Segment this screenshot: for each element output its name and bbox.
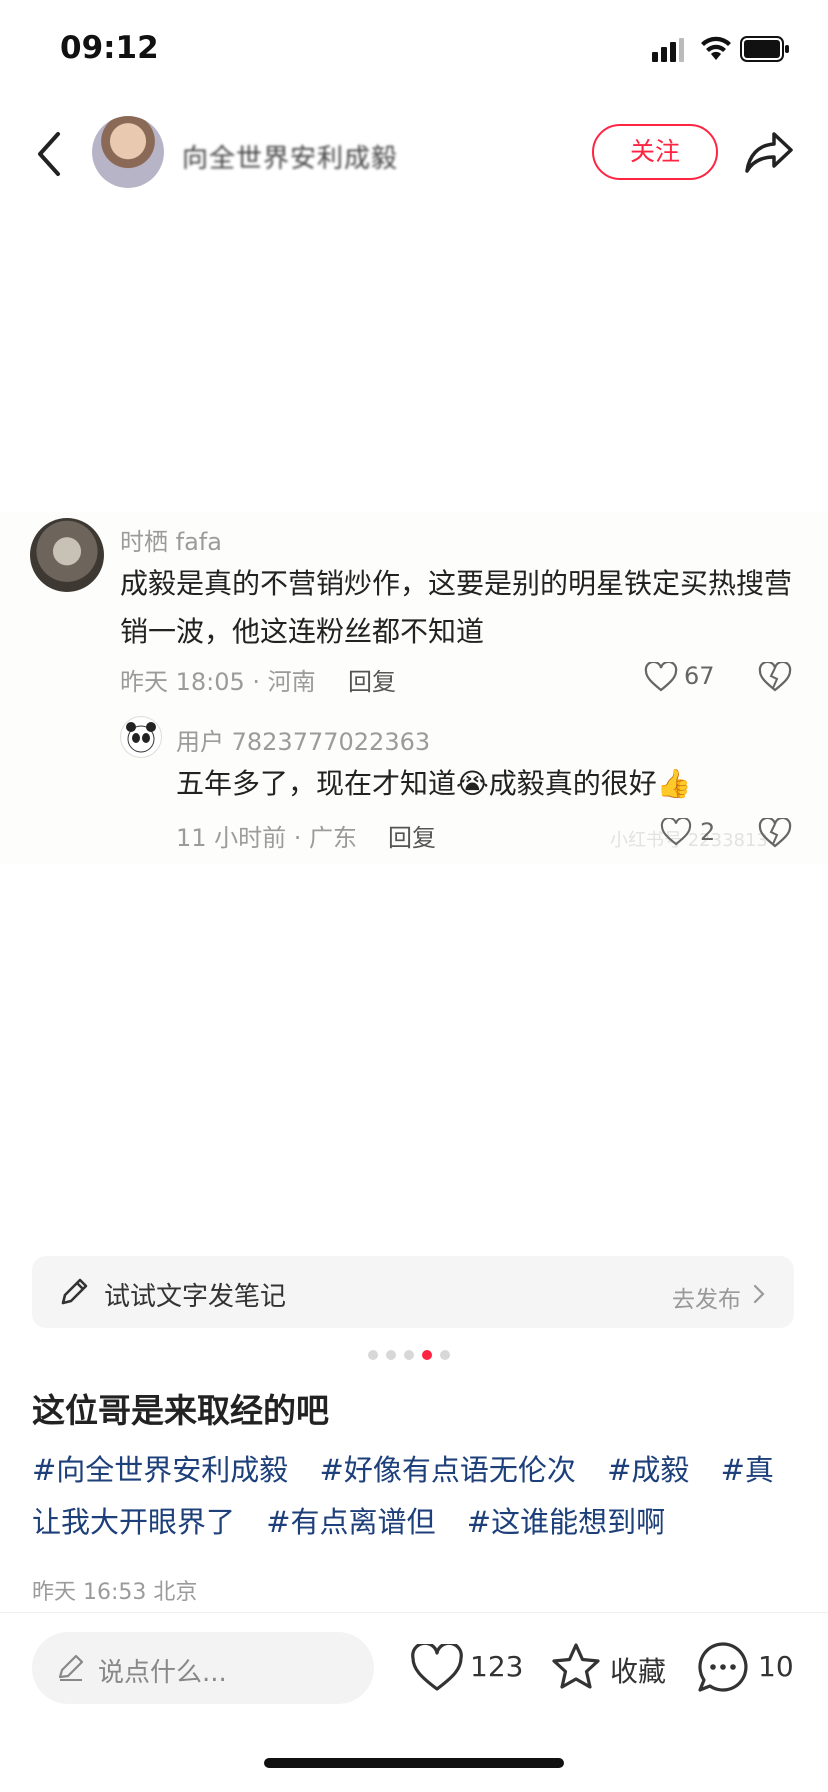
reply-avatar [120, 716, 162, 758]
comment-bubble-icon[interactable] [696, 1640, 750, 1694]
commenter-name: 时栖 fafa [120, 528, 222, 556]
publish-link[interactable]: 去发布 [672, 1280, 741, 1314]
reply-like-count: 2 [700, 818, 716, 846]
reply-meta: 11 小时前 · 广东 [176, 824, 358, 852]
reply-reply-label: 回复 [388, 824, 436, 852]
author-name[interactable]: 向全世界安利成毅 [182, 138, 398, 175]
collect-label[interactable]: 收藏 [610, 1650, 666, 1690]
like-count[interactable]: 123 [470, 1650, 523, 1683]
comment-broken-heart-icon [758, 662, 792, 692]
author-avatar[interactable] [92, 116, 164, 188]
comment-like-count: 67 [684, 662, 715, 690]
commenter-avatar [30, 518, 104, 592]
pen-icon [58, 1654, 84, 1681]
hashtag-link[interactable]: #这谁能想到啊 [467, 1505, 665, 1539]
carousel-dot [440, 1350, 450, 1360]
carousel-dot [404, 1350, 414, 1360]
comment-count[interactable]: 10 [758, 1650, 794, 1683]
reply-text: 五年多了，现在才知道😭成毅真的很好👍 [176, 767, 692, 800]
comment-meta: 昨天 18:05 · 河南 [120, 668, 316, 696]
carousel-dot-active [422, 1350, 432, 1360]
hashtag-link[interactable]: #向全世界安利成毅 [32, 1453, 288, 1487]
status-time: 09:12 [60, 30, 159, 66]
collect-star-icon[interactable] [550, 1642, 602, 1692]
battery-icon [740, 36, 789, 62]
post-title: 这位哥是来取经的吧 [32, 1391, 329, 1430]
comment-input-placeholder: 说点什么... [98, 1658, 227, 1688]
hashtag-link[interactable]: #好像有点语无伦次 [320, 1453, 576, 1487]
pencil-icon [61, 1278, 88, 1305]
cellular-signal-icon [652, 38, 684, 62]
comment-heart-icon [644, 662, 678, 692]
like-heart-icon[interactable] [410, 1644, 464, 1692]
follow-button[interactable]: 关注 [592, 124, 718, 180]
reply-heart-icon [660, 818, 692, 846]
carousel-indicator [368, 1348, 458, 1362]
post-tags: #向全世界安利成毅 #好像有点语无伦次 #成毅 #真让我大开眼界了 #有点离谱但… [32, 1444, 798, 1548]
hashtag-link[interactable]: #成毅 [607, 1453, 689, 1487]
share-icon[interactable] [744, 130, 794, 174]
reply-broken-heart-icon [758, 818, 792, 848]
carousel-dot [386, 1350, 396, 1360]
back-icon[interactable] [34, 130, 64, 178]
carousel-dot [368, 1350, 378, 1360]
reply-user-name: 用户 7823777022363 [176, 728, 431, 756]
divider [0, 1612, 828, 1613]
post-date: 昨天 16:53 北京 [32, 1580, 198, 1605]
chevron-right-icon [753, 1284, 765, 1304]
home-indicator [264, 1758, 564, 1768]
try-text-note-label: 试试文字发笔记 [104, 1282, 287, 1312]
comment-text: 成毅是真的不营销炒作，这要是别的明星铁定买热搜营销一波，他这连粉丝都不知道 [120, 567, 793, 648]
comment-reply-label: 回复 [348, 668, 396, 696]
hashtag-link[interactable]: #有点离谱但 [266, 1505, 435, 1539]
wifi-icon [701, 36, 731, 60]
